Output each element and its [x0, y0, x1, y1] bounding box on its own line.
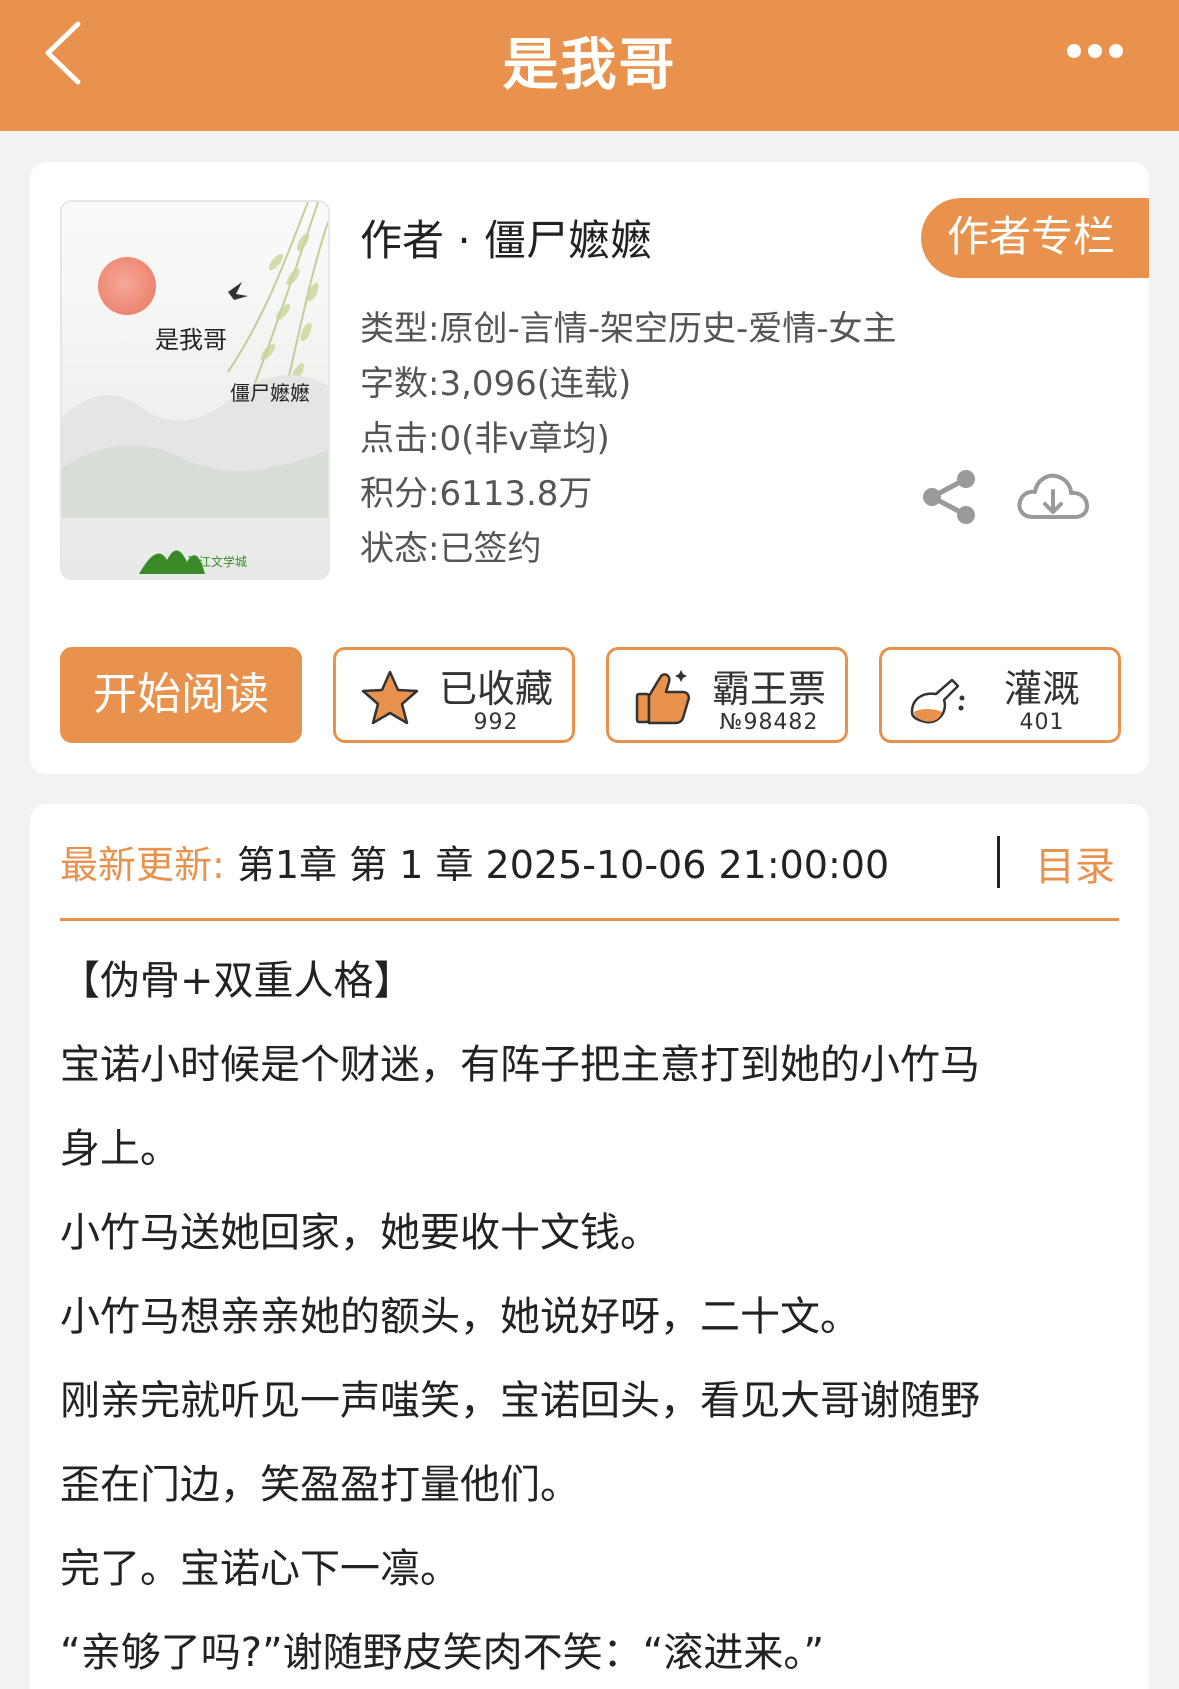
cloud-download-icon[interactable] [1015, 467, 1091, 527]
page-title: 是我哥 [502, 33, 677, 98]
latest-update-value: 第1章 第 1 章 2025-10-06 21:00:00 [224, 843, 890, 887]
favorite-count: 992 [473, 710, 519, 735]
cover-author: 僵尸嬷嬷 [230, 381, 310, 405]
vote-button[interactable]: 霸王票 №98482 [606, 647, 848, 743]
horizontal-divider [60, 918, 1119, 921]
author-column-button[interactable]: 作者专栏 [921, 198, 1149, 278]
vote-count: №98482 [719, 710, 819, 735]
thumbs-up-icon [635, 670, 691, 725]
meta-word-count: 字数:3,096(连载) [360, 364, 632, 404]
book-meta: 类型:原创-言情-架空历史-爱情-女主 字数:3,096(连载) 点击:0(非v… [360, 302, 897, 577]
description-line: 小竹马想亲亲她的额头，她说好呀，二十文。 [60, 1294, 860, 1340]
book-cover[interactable]: 是我哥 僵尸嬷嬷 晋江文学城 [60, 200, 330, 580]
book-content-card: 最新更新: 第1章 第 1 章 2025-10-06 21:00:00 目录 【… [30, 804, 1149, 1689]
cover-title: 是我哥 [155, 326, 227, 354]
watering-flask-icon [910, 678, 965, 724]
author-name[interactable]: 作者 · 僵尸嬷嬷 [360, 207, 652, 268]
latest-update-label: 最新更新: [60, 843, 225, 887]
description-line: 身上。 [60, 1126, 180, 1172]
description-line: 【伪骨+双重人格】 [60, 958, 414, 1004]
meta-status: 状态:已签约 [360, 529, 542, 569]
meta-clicks: 点击:0(非v章均) [360, 419, 610, 459]
vote-label: 霸王票 [711, 667, 826, 711]
vertical-divider [997, 836, 1000, 888]
description-line: 歪在门边，笑盈盈打量他们。 [60, 1462, 580, 1508]
description-line: 宝诺小时候是个财迷，有阵子把主意打到她的小竹马 [60, 1042, 980, 1088]
description-line: 小竹马送她回家，她要收十文钱。 [60, 1210, 660, 1256]
water-button[interactable]: 灌溉 401 [879, 647, 1121, 743]
water-label: 灌溉 [1003, 667, 1080, 711]
description-line: 完了。宝诺心下一凛。 [60, 1546, 460, 1592]
bottom-fade [849, 1634, 1149, 1689]
star-icon [361, 670, 419, 725]
favorite-button[interactable]: 已收藏 992 [333, 647, 575, 743]
start-reading-button[interactable]: 开始阅读 [60, 647, 302, 743]
favorite-label: 已收藏 [438, 667, 553, 711]
top-bar: 是我哥 [0, 0, 1179, 131]
description-line: 刚亲完就听见一声嗤笑，宝诺回头，看见大哥谢随野 [60, 1378, 980, 1424]
cover-logo-text: 晋江文学城 [187, 555, 248, 569]
table-of-contents-link[interactable]: 目录 [1035, 834, 1115, 892]
book-description: 【伪骨+双重人格】 宝诺小时候是个财迷，有阵子把主意打到她的小竹马 身上。 小竹… [60, 939, 1120, 1689]
more-dots-icon[interactable] [1065, 40, 1125, 62]
meta-score: 积分:6113.8万 [360, 474, 593, 514]
latest-update[interactable]: 最新更新: 第1章 第 1 章 2025-10-06 21:00:00 [60, 834, 889, 889]
meta-type: 类型:原创-言情-架空历史-爱情-女主 [360, 309, 897, 349]
book-info-card: 是我哥 僵尸嬷嬷 晋江文学城 作者 · 僵尸嬷嬷 作者专栏 类型:原创-言情-架… [30, 162, 1149, 774]
share-icon[interactable] [920, 467, 980, 527]
water-count: 401 [1019, 710, 1065, 735]
